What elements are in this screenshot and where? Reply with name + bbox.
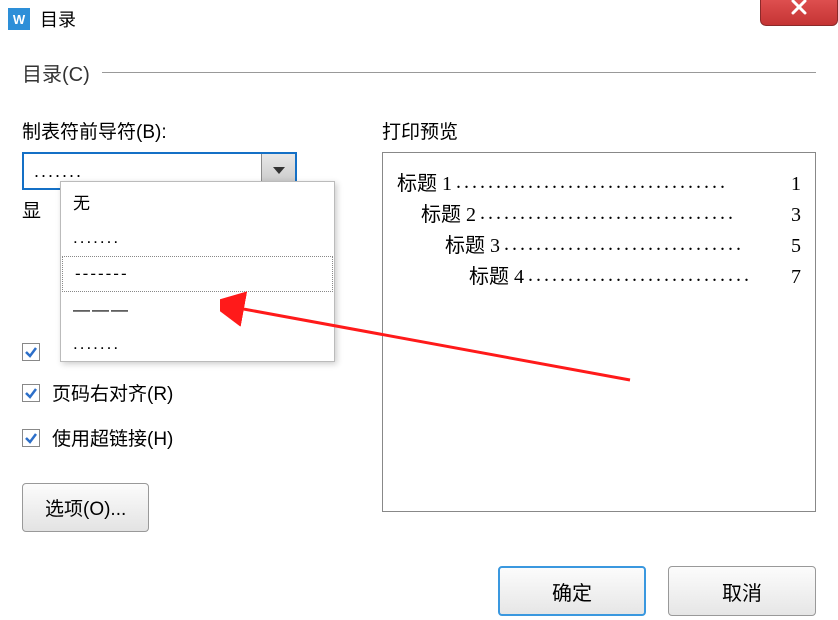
preview-box: 标题 1 .................................. … [382,152,816,512]
preview-page: 1 [791,173,801,196]
preview-page: 7 [791,266,801,289]
preview-row: 标题 3 .............................. 5 [397,229,801,258]
close-icon [789,0,809,17]
checkbox-hyperlink-label: 使用超链接(H) [52,424,173,451]
cancel-button[interactable]: 取消 [668,566,816,616]
checkbox-partial[interactable] [22,343,40,361]
preview-dots: .................................. [456,171,787,194]
preview-row: 标题 4 ............................ 7 [397,260,801,289]
leader-dropdown[interactable]: 无 ....... ------- ——— ....... [60,181,335,362]
checkmark-icon [24,431,38,445]
preview-page: 3 [791,204,801,227]
dropdown-item-dots2[interactable]: ....... [61,327,334,361]
checkbox-row-hyperlink: 使用超链接(H) [22,424,352,451]
partial-level-label: 显 [22,201,41,222]
dropdown-item-none[interactable]: 无 [61,182,334,221]
leader-label: 制表符前导符(B): [22,117,352,144]
preview-page: 5 [791,235,801,258]
window-title: 目录 [40,6,76,32]
preview-dots: ............................ [528,264,787,287]
dropdown-item-dots[interactable]: ....... [61,221,334,255]
preview-row: 标题 1 .................................. … [397,167,801,196]
checkmark-icon [24,345,38,359]
preview-title: 标题 3 [445,229,500,258]
preview-title: 标题 1 [397,167,452,196]
checkbox-hyperlink[interactable] [22,429,40,447]
titlebar: W 目录 [0,0,838,38]
preview-title: 标题 4 [469,260,524,289]
options-button[interactable]: 选项(O)... [22,483,149,532]
checkbox-right-align-label: 页码右对齐(R) [52,379,173,406]
fieldset-header: 目录(C) [22,58,816,87]
dropdown-item-dashes[interactable]: ------- [62,256,333,292]
preview-label: 打印预览 [382,117,816,144]
checkbox-right-align[interactable] [22,384,40,402]
footer-buttons: 确定 取消 [0,542,838,616]
checkbox-row-right-align: 页码右对齐(R) [22,379,352,406]
preview-title: 标题 2 [421,198,476,227]
chevron-down-icon [272,166,286,176]
leader-value: ....... [24,161,261,182]
divider [102,72,816,73]
dropdown-item-line[interactable]: ——— [61,293,334,327]
preview-dots: .............................. [504,233,787,256]
preview-dots: ................................ [480,202,787,225]
close-button[interactable] [760,0,838,26]
preview-row: 标题 2 ................................ 3 [397,198,801,227]
fieldset-label: 目录(C) [22,58,90,87]
app-icon: W [8,8,30,30]
checkmark-icon [24,386,38,400]
ok-button[interactable]: 确定 [498,566,646,616]
